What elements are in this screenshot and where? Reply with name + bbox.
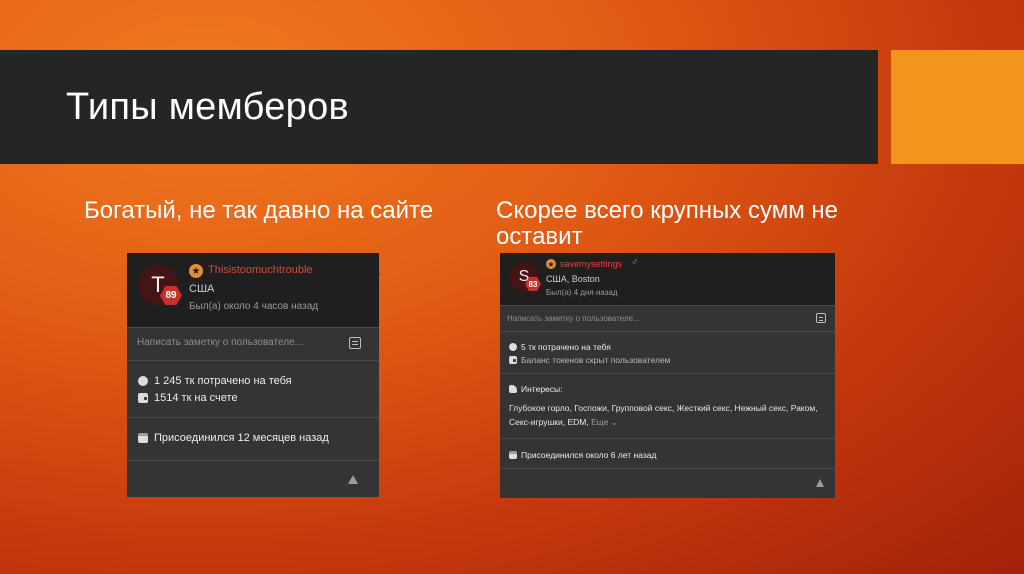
- report-icon[interactable]: [348, 475, 358, 484]
- divider: [500, 373, 835, 374]
- heading-rich-member: Богатый, не так давно на сайте: [84, 197, 434, 224]
- male-icon: ♂: [631, 257, 639, 268]
- wallet-icon: [509, 356, 517, 364]
- joined-text: Присоединился около 6 лет назад: [521, 450, 657, 460]
- tokens-icon: [138, 376, 148, 386]
- joined-text: Присоединился 12 месяцев назад: [154, 432, 329, 444]
- thumbs-up-icon: [509, 385, 517, 393]
- username-link[interactable]: savemysettings: [560, 259, 622, 269]
- tokens-icon: [509, 343, 517, 351]
- note-input[interactable]: Написать заметку о пользователе...: [507, 314, 640, 323]
- balance-row: 1514 тк на счете: [138, 392, 238, 404]
- divider: [127, 417, 379, 418]
- note-input[interactable]: Написать заметку о пользователе...: [137, 337, 303, 348]
- divider: [500, 438, 835, 439]
- tokens-spent-text: 1 245 тк потрачено на тебя: [154, 375, 292, 387]
- balance-text: 1514 тк на счете: [154, 392, 238, 404]
- accent-box: [891, 50, 1024, 164]
- tokens-spent-row: 5 тк потрачено на тебя: [509, 342, 611, 352]
- profile-card-rich: T 89 ★ Thisistoomuchtrouble США Был(а) о…: [127, 253, 379, 497]
- slide-title: Типы мемберов: [66, 86, 349, 128]
- tokens-spent-text: 5 тк потрачено на тебя: [521, 342, 611, 352]
- heading-low-spender: Скорее всего крупных сумм не оставит: [496, 197, 838, 250]
- report-icon[interactable]: [816, 479, 824, 487]
- calendar-icon: [138, 433, 148, 443]
- divider: [127, 327, 379, 328]
- note-icon[interactable]: [349, 337, 361, 349]
- interests-text: Глубокое горло, Госпожи, Групповой секс,…: [509, 403, 818, 427]
- divider: [500, 331, 835, 332]
- wallet-icon: [138, 393, 148, 403]
- balance-hidden-row: Баланс токенов скрыт пользователем: [509, 355, 671, 365]
- profile-header: S 83 ★ savemysettings ♂ США, Boston Был(…: [500, 253, 835, 305]
- interests-row: Интересы:: [509, 384, 563, 394]
- location-text: США: [189, 283, 215, 295]
- last-seen-text: Был(а) 4 дня назад: [546, 288, 618, 297]
- location-text: США, Boston: [546, 274, 600, 284]
- last-seen-text: Был(а) около 4 часов назад: [189, 301, 319, 312]
- balance-hidden-text: Баланс токенов скрыт пользователем: [521, 355, 671, 365]
- note-icon[interactable]: [816, 313, 826, 323]
- divider: [127, 360, 379, 361]
- calendar-icon: [509, 451, 517, 459]
- profile-header: T 89 ★ Thisistoomuchtrouble США Был(а) о…: [127, 253, 379, 327]
- tokens-spent-row: 1 245 тк потрачено на тебя: [138, 375, 292, 387]
- more-link[interactable]: Еще ⌄: [591, 417, 618, 427]
- star-icon: ★: [546, 259, 556, 269]
- interests-label: Интересы:: [521, 384, 563, 394]
- divider: [127, 460, 379, 461]
- username-link[interactable]: Thisistoomuchtrouble: [208, 264, 313, 276]
- divider: [500, 305, 835, 306]
- joined-row: Присоединился около 6 лет назад: [509, 450, 656, 460]
- joined-row: Присоединился 12 месяцев назад: [138, 432, 329, 444]
- star-icon: ★: [189, 264, 203, 278]
- interests-list: Глубокое горло, Госпожи, Групповой секс,…: [509, 401, 829, 429]
- card-pointer: [373, 266, 380, 282]
- divider: [500, 468, 835, 469]
- profile-card-low-spender: S 83 ★ savemysettings ♂ США, Boston Был(…: [500, 253, 835, 498]
